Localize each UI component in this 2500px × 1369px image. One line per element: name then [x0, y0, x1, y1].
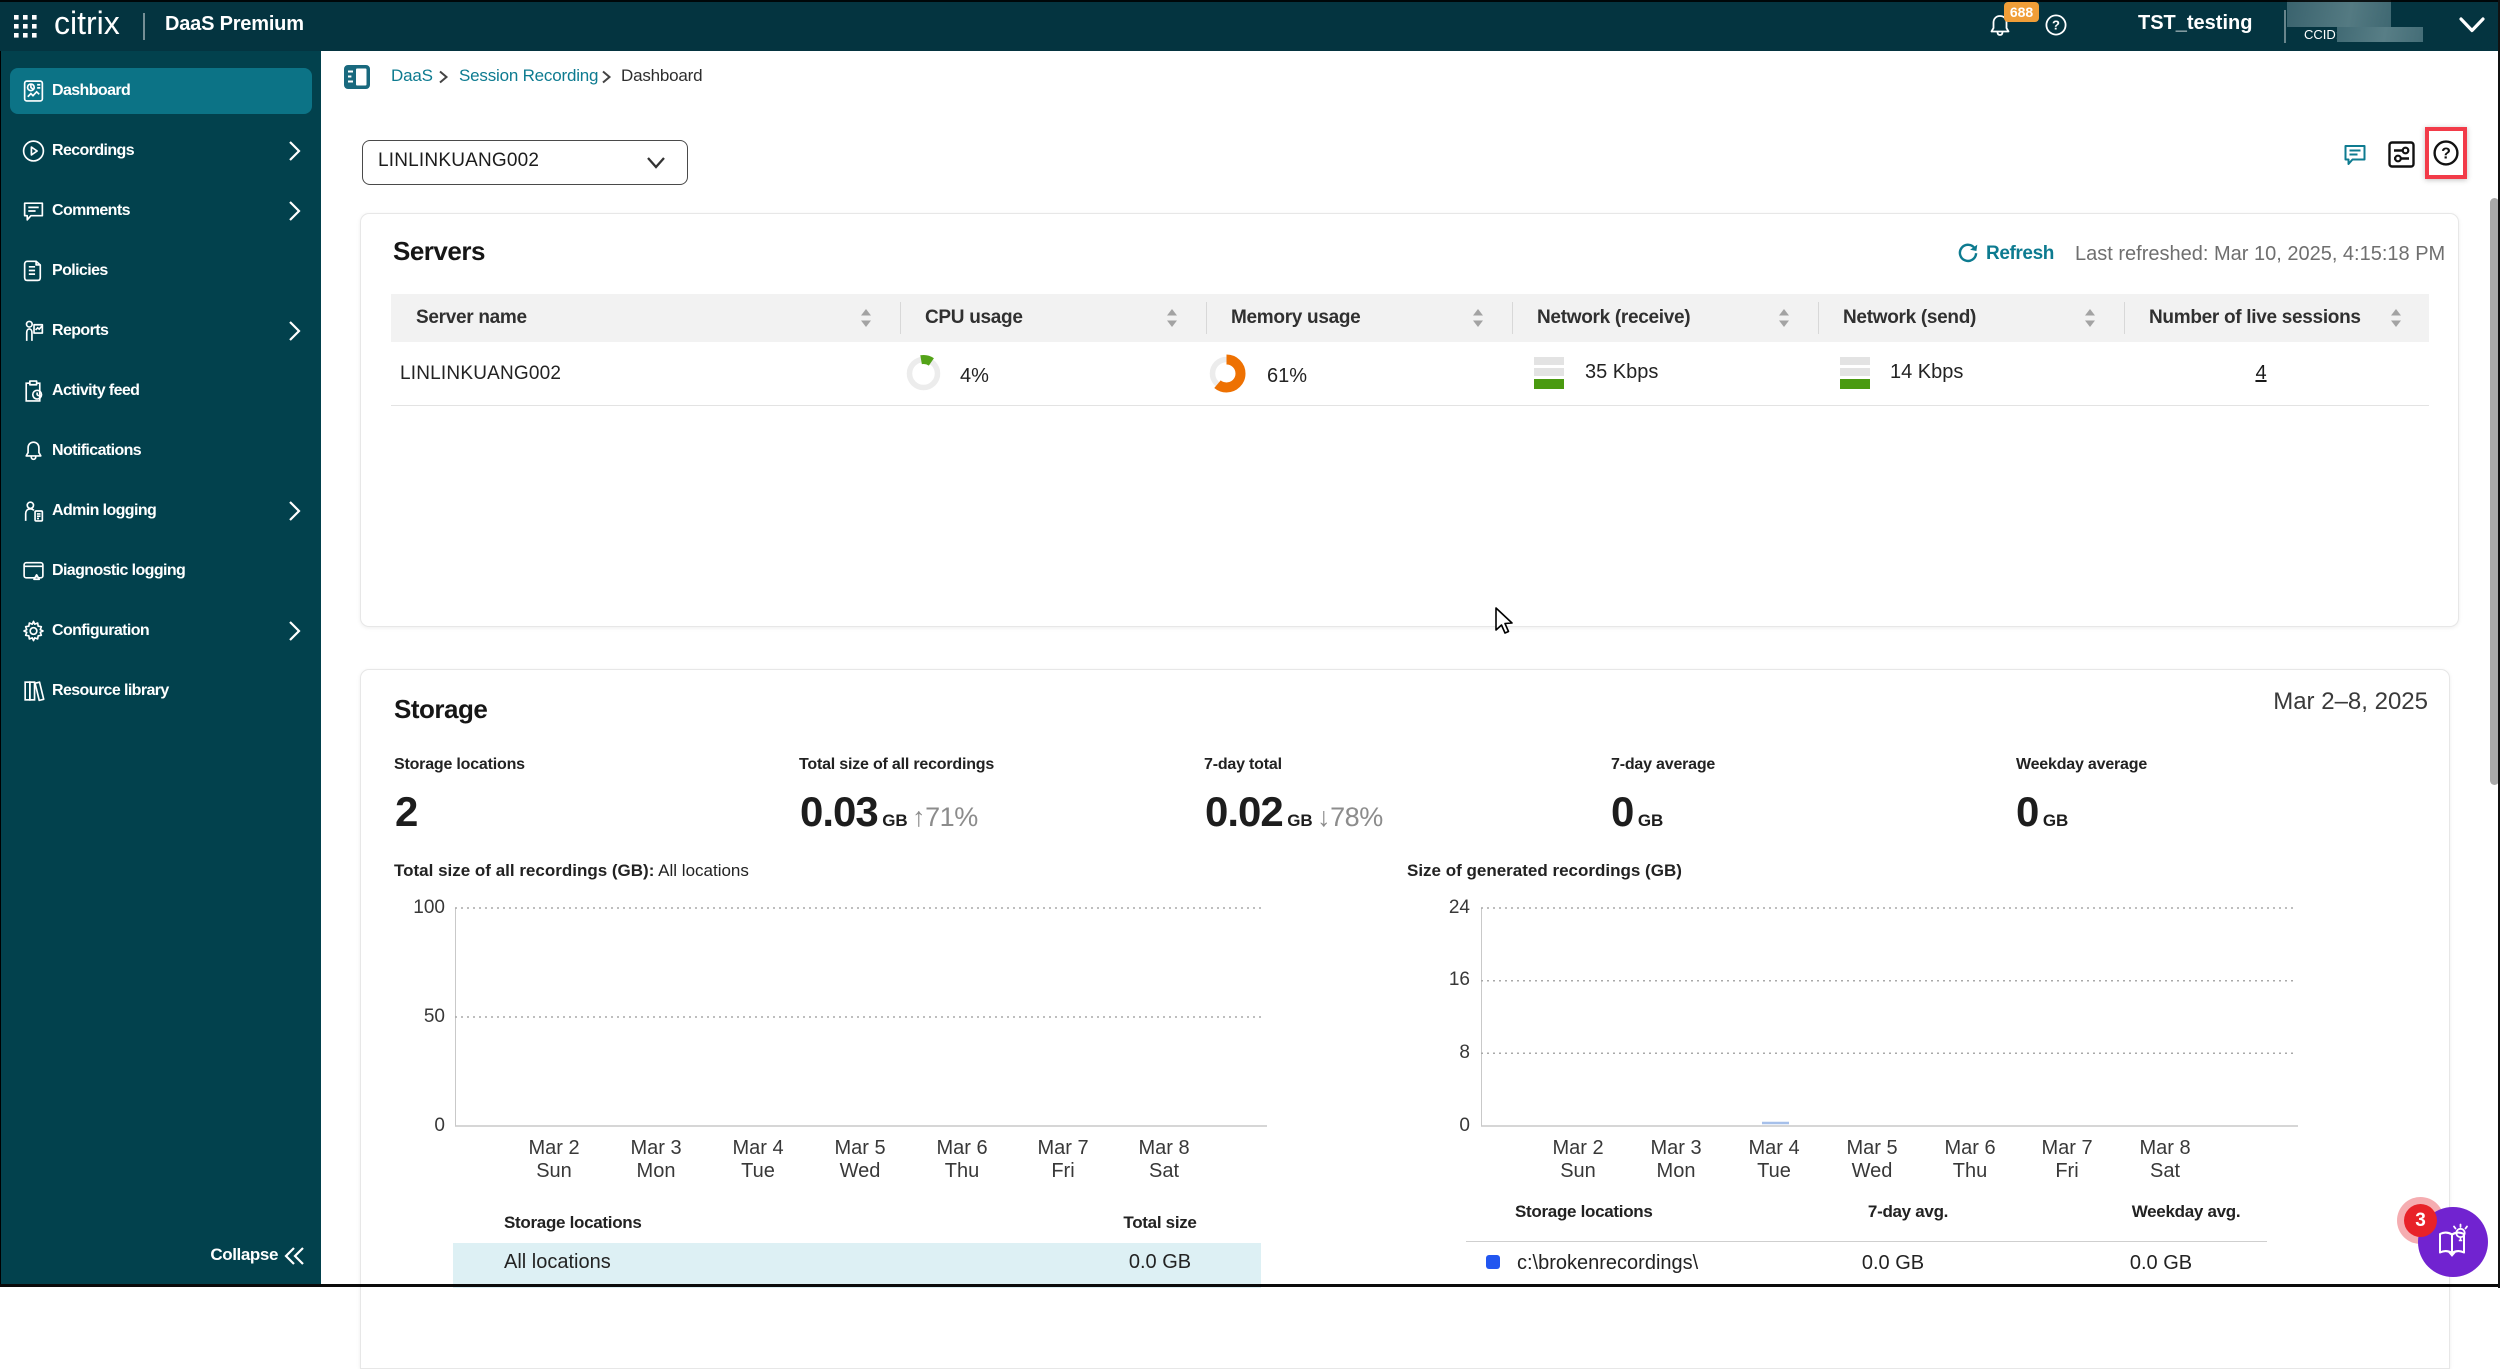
svg-text:?: ? [2441, 146, 2451, 163]
svg-text:?: ? [2052, 18, 2060, 33]
